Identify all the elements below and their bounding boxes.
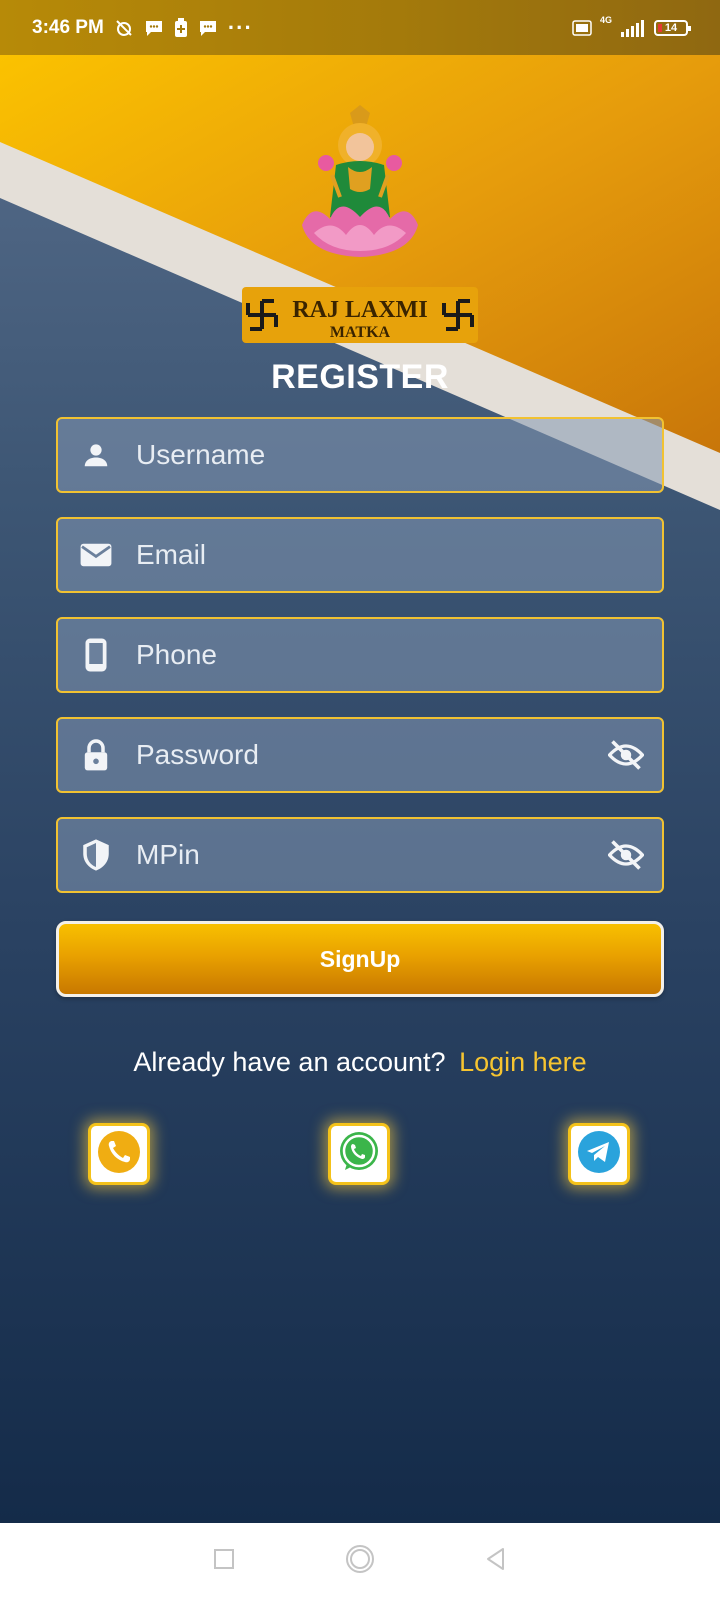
status-right: 4G 14: [572, 15, 691, 37]
whatsapp-button[interactable]: [328, 1123, 390, 1185]
call-button[interactable]: [88, 1123, 150, 1185]
whatsapp-icon: [337, 1130, 381, 1179]
eye-off-icon[interactable]: [606, 735, 646, 775]
home-button[interactable]: [345, 1544, 375, 1579]
alarm-off-icon: [114, 18, 134, 38]
email-placeholder: Email: [136, 539, 207, 570]
mpin-field[interactable]: MPin: [56, 817, 664, 893]
telegram-icon: [577, 1130, 621, 1179]
phone-field[interactable]: Phone: [56, 617, 664, 693]
phone-placeholder: Phone: [136, 639, 217, 670]
network-type: 4G: [599, 14, 612, 25]
username-placeholder: Username: [136, 439, 266, 470]
password-field[interactable]: Password: [56, 717, 664, 793]
raj-laxmi-logo: RAJ LAXMI MATKA: [242, 105, 478, 343]
login-prompt-text: Already have an account?: [133, 1047, 446, 1077]
mpin-placeholder: MPin: [136, 839, 200, 870]
battery-level: 14: [664, 21, 678, 34]
username-field[interactable]: Username: [56, 417, 664, 493]
battery-icon: 14: [654, 19, 691, 36]
back-button[interactable]: [485, 1547, 507, 1576]
message-icon: [144, 19, 164, 37]
call-icon: [97, 1130, 141, 1179]
status-time: 3:46 PM: [32, 16, 104, 38]
mail-icon: [76, 535, 116, 575]
volte-icon: [572, 19, 592, 36]
more-notifications: ···: [227, 14, 253, 40]
register-screen: RAJ LAXMI MATKA REGISTER Username Email …: [0, 55, 720, 1523]
lock-icon: [76, 735, 116, 775]
signal-icon: [620, 19, 646, 37]
login-link[interactable]: Login here: [459, 1047, 587, 1077]
page-title: REGISTER: [271, 358, 449, 396]
message-icon-2: [198, 19, 218, 37]
email-field[interactable]: Email: [56, 517, 664, 593]
system-nav-bar: [0, 1523, 720, 1600]
recents-button[interactable]: [213, 1548, 235, 1575]
password-placeholder: Password: [136, 739, 259, 770]
status-left: 3:46 PM ···: [32, 15, 253, 41]
logo-brand-line2: MATKA: [330, 324, 391, 341]
person-icon: [76, 435, 116, 475]
shield-icon: [76, 835, 116, 875]
logo-brand-line1: RAJ LAXMI: [292, 297, 427, 323]
phone-icon: [76, 635, 116, 675]
telegram-button[interactable]: [568, 1123, 630, 1185]
login-prompt: Already have an account? Login here: [0, 1047, 720, 1078]
battery-saver-icon: [174, 17, 188, 38]
signup-button[interactable]: SignUp: [56, 921, 664, 997]
eye-off-icon[interactable]: [606, 835, 646, 875]
status-bar: 3:46 PM ··· 4G 14: [0, 0, 720, 55]
